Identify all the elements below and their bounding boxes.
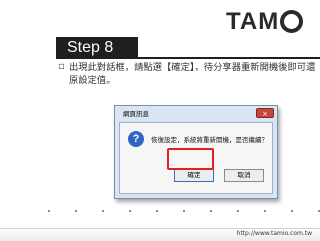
- decorative-dot: [48, 210, 50, 212]
- dialog-message: 恢復設定，系統將重新開機，是否繼續？: [151, 136, 268, 144]
- decorative-dot: [210, 210, 212, 212]
- slide-title: Step 8: [67, 39, 114, 56]
- ok-button[interactable]: 確定: [174, 169, 214, 182]
- decorative-dot: [102, 210, 104, 212]
- dialog-title: 網頁訊息: [123, 110, 149, 118]
- footer-url[interactable]: http://www.tamio.com.tw: [237, 228, 312, 240]
- ok-button-highlight: [167, 148, 214, 170]
- decorative-dot: [264, 210, 266, 212]
- bullet-marker: ▫: [58, 61, 65, 72]
- decorative-dot: [183, 210, 185, 212]
- instruction-text: 出現此對話框，請點選【確定】，待分享器重新開機後即可還原設定值。: [69, 62, 316, 86]
- tamio-logo: TAM: [226, 10, 304, 34]
- decorative-dot: [75, 210, 77, 212]
- logo-o-ring: [280, 10, 304, 34]
- dialog-close-button[interactable]: ×: [256, 108, 274, 118]
- slide-title-bar: Step 8: [56, 37, 138, 58]
- decorative-dots: [0, 210, 320, 216]
- question-icon: ?: [128, 131, 144, 147]
- decorative-dot: [156, 210, 158, 212]
- title-underline: [56, 57, 320, 59]
- decorative-dot: [291, 210, 293, 212]
- decorative-dot: [237, 210, 239, 212]
- decorative-dot: [129, 210, 131, 212]
- cancel-button[interactable]: 取消: [224, 169, 264, 182]
